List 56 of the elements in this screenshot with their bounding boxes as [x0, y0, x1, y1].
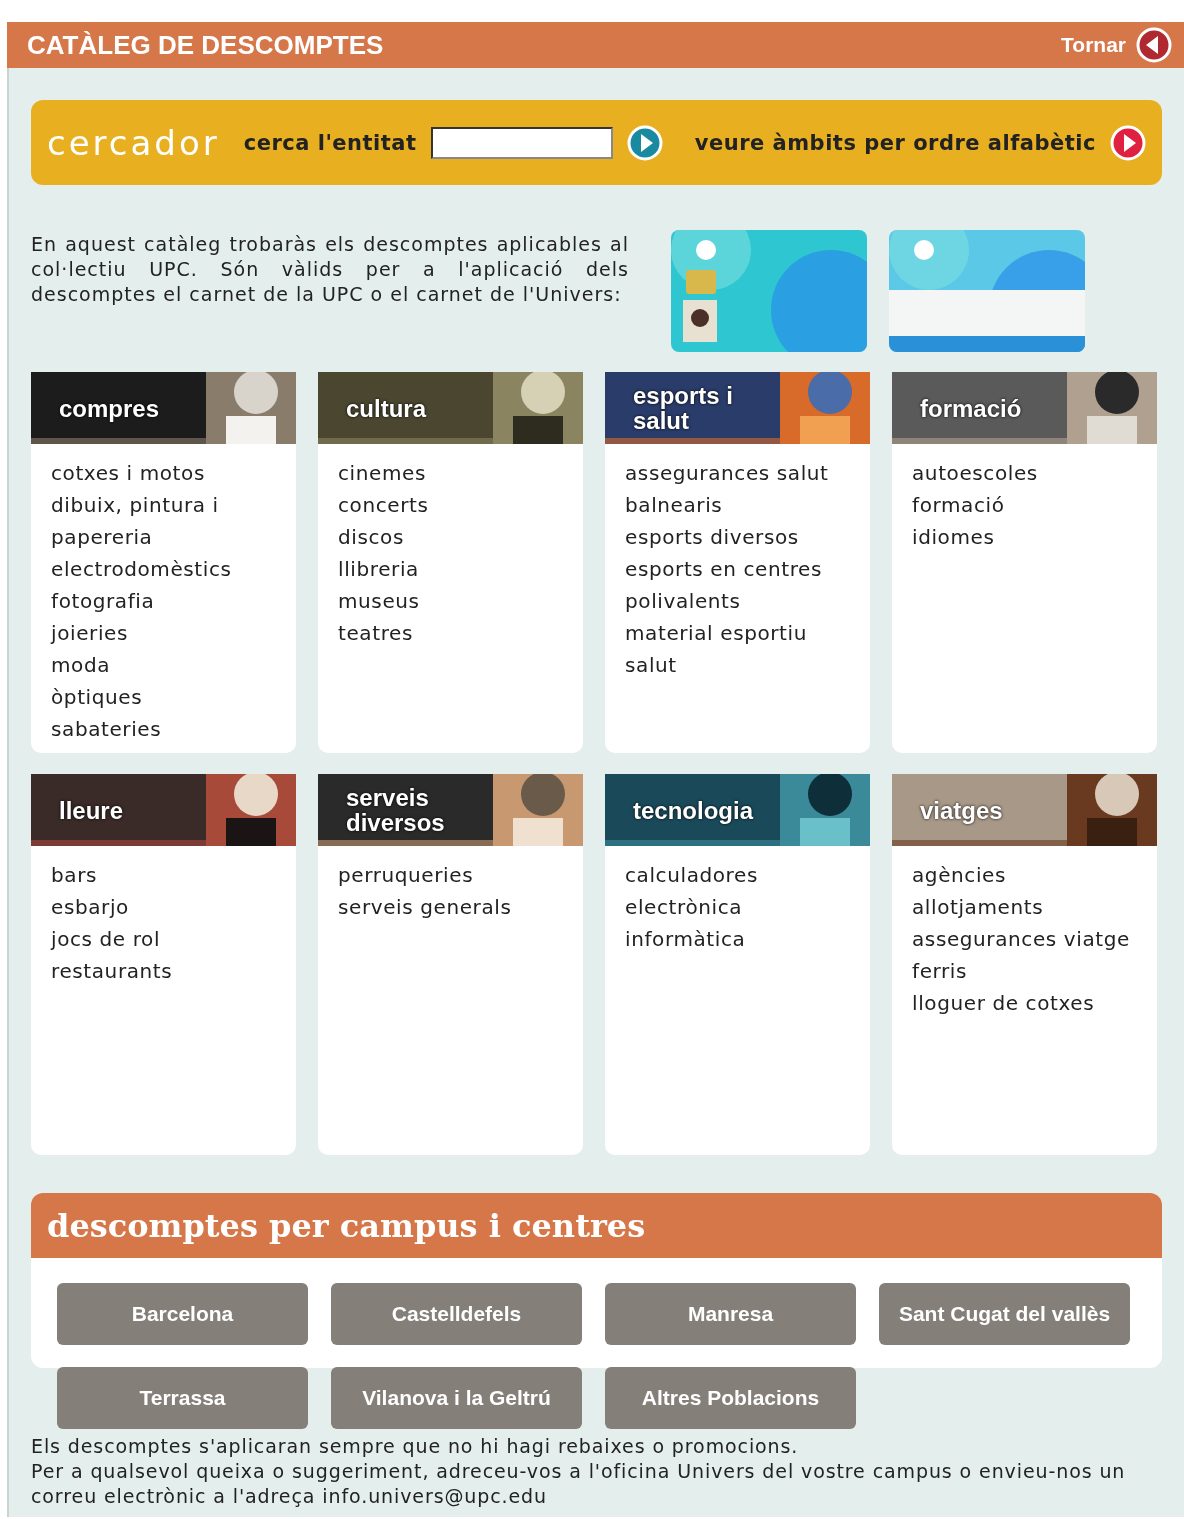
category-link[interactable]: concerts — [338, 489, 563, 521]
category-link[interactable]: formació — [912, 489, 1137, 521]
category-link[interactable]: sabateries — [51, 713, 276, 745]
category-link[interactable]: fotografia — [51, 585, 276, 617]
page-title: CATÀLEG DE DESCOMPTES — [27, 29, 384, 61]
category-link[interactable]: museus — [338, 585, 563, 617]
category-link[interactable]: discos — [338, 521, 563, 553]
intro-text: En aquest catàleg trobaràs els descomptes aplicables al col·lectiu UPC. Són vàlids per a l'aplicació dels descomptes el carnet de la UPC o el carnet de l'Univers: — [31, 232, 629, 307]
category-link[interactable]: jocs de rol — [51, 923, 276, 955]
campus-button[interactable]: Altres Poblacions — [605, 1367, 856, 1429]
category-link[interactable]: òptiques — [51, 681, 276, 713]
category-title[interactable]: formació — [920, 395, 1022, 421]
category-link[interactable]: idiomes — [912, 521, 1137, 553]
category-link[interactable]: lloguer de cotxes — [912, 987, 1137, 1019]
category-link[interactable]: salut — [625, 649, 850, 681]
category-link[interactable]: llibreria — [338, 553, 563, 585]
footer-text: Els descomptes s'aplicaran sempre que no hi hagi rebaixes o promocions. — [31, 1434, 800, 1459]
campus-button[interactable]: Vilanova i la Geltrú — [331, 1367, 582, 1429]
category-link[interactable]: assegurances salut — [625, 457, 850, 489]
category-link[interactable]: perruqueries — [338, 859, 563, 891]
category-link[interactable]: serveis generals — [338, 891, 563, 923]
category-link[interactable]: teatres — [338, 617, 563, 649]
category-link[interactable]: material esportiu — [625, 617, 850, 649]
category-link[interactable]: esbarjo — [51, 891, 276, 923]
category-title[interactable]: cultura — [346, 395, 426, 421]
campus-button[interactable]: Castelldefels — [331, 1283, 582, 1345]
campus-button[interactable]: Barcelona — [57, 1283, 308, 1345]
category-link[interactable]: agències — [912, 859, 1137, 891]
category-title[interactable]: tecnologia — [633, 797, 753, 823]
category-link[interactable]: esports diversos — [625, 521, 850, 553]
campus-button[interactable]: Manresa — [605, 1283, 856, 1345]
category-link[interactable]: calculadores — [625, 859, 850, 891]
category-link[interactable]: assegurances viatge — [912, 923, 1137, 955]
campus-button[interactable]: Terrassa — [57, 1367, 308, 1429]
category-link[interactable]: bars — [51, 859, 276, 891]
category-link[interactable]: electrodomèstics — [51, 553, 276, 585]
footer-text: Per a qualsevol queixa o suggeriment, adreceu-vos a l'oficina Univers del vostre campus o envieu-nos un correu electrònic a l'adreça info.univers@upc.edu — [31, 1459, 1127, 1509]
alphabetic-link[interactable]: veure àmbits per ordre alfabètic — [694, 130, 1096, 155]
category-link[interactable]: moda — [51, 649, 276, 681]
category-link[interactable]: ferris — [912, 955, 1137, 987]
search-label: cerca l'entitat — [243, 130, 417, 155]
category-link[interactable]: balnearis — [625, 489, 850, 521]
campus-button[interactable]: Sant Cugat del vallès — [879, 1283, 1130, 1345]
category-title[interactable]: lleure — [59, 797, 124, 823]
category-link[interactable]: autoescoles — [912, 457, 1137, 489]
category-title[interactable]: compres — [59, 395, 160, 421]
category-link[interactable]: electrònica — [625, 891, 850, 923]
category-link[interactable]: restaurants — [51, 955, 276, 987]
campus-heading: descomptes per campus i centres — [31, 1193, 1162, 1258]
category-link[interactable]: cinemes — [338, 457, 563, 489]
category-link[interactable]: cotxes i motos — [51, 457, 276, 489]
category-link[interactable]: allotjaments — [912, 891, 1137, 923]
category-link[interactable]: joieries — [51, 617, 276, 649]
category-link[interactable]: informàtica — [625, 923, 850, 955]
search-field[interactable] — [430, 126, 613, 159]
search-title: cercador — [47, 122, 220, 163]
